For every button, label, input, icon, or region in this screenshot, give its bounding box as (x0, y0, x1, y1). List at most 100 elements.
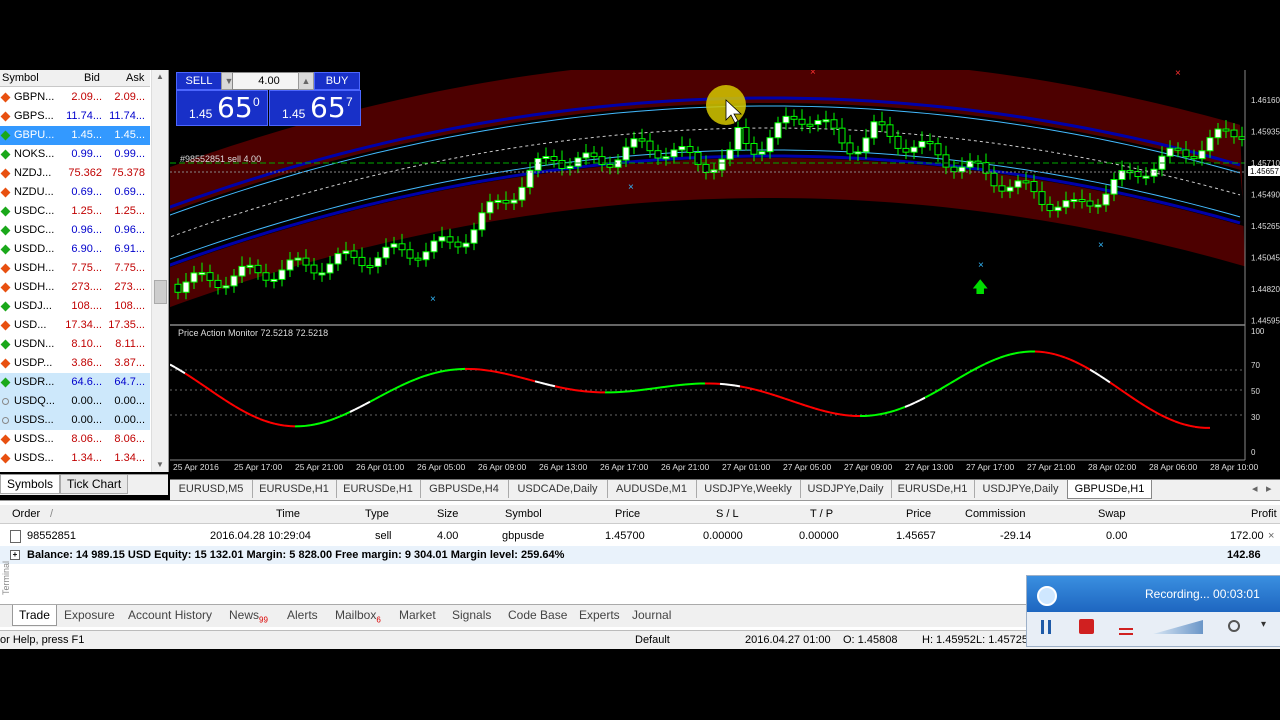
trade-column-header[interactable]: / (50, 508, 53, 520)
trade-column-header[interactable]: T / P (810, 508, 833, 520)
chart-tab[interactable]: USDJPYe,Daily (800, 480, 892, 498)
list-item[interactable]: NZDJ... 75.362 75.378 (0, 164, 150, 183)
list-item[interactable]: USDS... 8.06... 8.06... (0, 430, 150, 449)
list-item[interactable]: USDJ... 108.... 108.... (0, 297, 150, 316)
chart-tab[interactable]: AUDUSDe,M1 (607, 480, 697, 498)
chart-tab[interactable]: EURUSDe,H1 (336, 480, 421, 498)
ask-column-header[interactable]: Ask (126, 72, 144, 84)
sell-button[interactable]: SELL (176, 72, 222, 90)
terminal-tab[interactable]: Account History (126, 605, 214, 625)
terminal-tab[interactable]: Code Base (506, 605, 569, 625)
chart-tab[interactable]: GBPUSDe,H4 (420, 480, 509, 498)
terminal-tab[interactable]: Trade (12, 605, 57, 626)
list-item[interactable]: USDS... 1.34... 1.34... (0, 449, 150, 468)
list-item[interactable]: USDC... 0.96... 0.96... (0, 221, 150, 240)
oscillator-segment (514, 375, 521, 379)
buy-button[interactable]: BUY (314, 72, 360, 90)
oscillator-segment (669, 384, 676, 388)
terminal-tab[interactable]: Journal (630, 605, 673, 625)
terminal-tab[interactable]: Alerts (285, 605, 320, 625)
trade-column-header[interactable]: Price (906, 508, 931, 520)
list-item[interactable]: USDP... 3.86... 3.87... (0, 354, 150, 373)
sell-price-button[interactable]: 1.45 65 0 (176, 90, 268, 126)
terminal-tab[interactable]: Signals (450, 605, 493, 625)
list-item[interactable]: GBPS... 11.74... 11.74... (0, 107, 150, 126)
trade-column-header[interactable]: Order (12, 508, 40, 520)
trade-column-header[interactable]: Symbol (505, 508, 542, 520)
trade-column-header[interactable]: Profit (1251, 508, 1277, 520)
lot-size-input[interactable]: 4.00 (232, 72, 306, 90)
list-item[interactable]: NOKS... 0.99... 0.99... (0, 145, 150, 164)
list-item[interactable]: USDS... 0.00... 0.00... (0, 411, 150, 430)
list-item[interactable]: GBPN... 2.09... 2.09... (0, 88, 150, 107)
tab-symbols[interactable]: Symbols (0, 475, 61, 494)
oscillator-segment (204, 385, 211, 391)
bid-column-header[interactable]: Bid (84, 72, 100, 84)
symbol-up-icon (0, 339, 11, 350)
buy-price-button[interactable]: 1.45 65 7 (269, 90, 361, 126)
terminal-tab[interactable]: Market (397, 605, 438, 625)
chart-tab[interactable]: USDJPYe,Daily (974, 480, 1068, 498)
trade-column-header[interactable]: Size (437, 508, 458, 520)
order-id: 98552851 (27, 530, 76, 542)
trade-column-header[interactable]: Price (615, 508, 640, 520)
pause-icon[interactable] (1041, 620, 1051, 634)
chart-tab[interactable]: EURUSDe,H1 (252, 480, 337, 498)
tab-tick-chart[interactable]: Tick Chart (60, 475, 129, 494)
price-tick-label: 1.45265 (1251, 222, 1280, 231)
list-item[interactable]: USDC... 1.25... 1.25... (0, 202, 150, 221)
chart-tab[interactable]: EURUSD,M5 (170, 480, 253, 498)
ask-value: 3.87... (114, 357, 145, 369)
trade-column-header[interactable]: Swap (1098, 508, 1126, 520)
oscillator-segment (1159, 413, 1166, 418)
table-row[interactable]: 98552851 2016.04.28 10:29:04 sell 4.00 g… (0, 527, 1280, 545)
oscillator-segment (404, 380, 411, 385)
list-item[interactable]: GBPU... 1.45... 1.45... (0, 126, 150, 145)
oscillator-segment (499, 371, 506, 375)
stop-icon[interactable] (1079, 619, 1094, 634)
terminal-tab[interactable]: Experts (577, 605, 622, 625)
close-order-icon[interactable]: × (1268, 530, 1274, 542)
terminal-tab[interactable]: News99 (227, 605, 270, 625)
list-item[interactable]: NZDU... 0.69... 0.69... (0, 183, 150, 202)
symbol-name: USDN... (14, 338, 55, 350)
trade-column-header[interactable]: S / L (716, 508, 739, 520)
symbol-column-header[interactable]: Symbol (2, 72, 39, 84)
scroll-thumb[interactable] (154, 280, 167, 304)
list-item[interactable]: USDN... 8.10... 8.11... (0, 335, 150, 354)
trade-column-header[interactable]: Commission (965, 508, 1026, 520)
scroll-up-arrow-icon[interactable]: ▲ (156, 72, 164, 81)
tab-scroll-left-icon[interactable]: ◂ (1252, 482, 1258, 495)
oscillator-segment (844, 414, 851, 417)
buy-price-big: 65 (310, 91, 346, 124)
list-item[interactable]: USDQ... 0.00... 0.00... (0, 392, 150, 411)
price-chart-canvas[interactable]: × × × × × × #98552851 sell 4.00 Price Action … (170, 70, 1280, 478)
terminal-tab[interactable]: Exposure (62, 605, 117, 625)
trade-column-header[interactable]: Type (365, 508, 389, 520)
oscillator-segment (324, 419, 331, 423)
chart-tab[interactable]: USDCADe,Daily (508, 480, 608, 498)
recorder-menu-chevron-icon[interactable]: ▾ (1261, 619, 1266, 630)
scroll-down-arrow-icon[interactable]: ▼ (156, 460, 164, 469)
screen-recorder-widget[interactable]: Recording... 00:03:01 ▾ (1026, 575, 1280, 647)
oscillator-segment (479, 368, 486, 372)
list-item[interactable]: USDH... 273.... 273.... (0, 278, 150, 297)
chart-tab[interactable]: GBPUSDe,H1 (1067, 480, 1152, 499)
webcam-icon[interactable] (1228, 620, 1240, 632)
symbol-name: USDD... (14, 243, 55, 255)
list-item[interactable]: USDH... 7.75... 7.75... (0, 259, 150, 278)
status-profile[interactable]: Default (635, 634, 670, 646)
terminal-tab[interactable]: Mailbox6 (333, 605, 383, 625)
chart-tab[interactable]: USDJPYe,Weekly (696, 480, 801, 498)
volume-slider[interactable] (1153, 620, 1203, 634)
list-item[interactable]: USD... 17.34... 17.35... (0, 316, 150, 335)
tab-scroll-right-icon[interactable]: ▸ (1266, 482, 1272, 495)
chart-tab[interactable]: EURUSDe,H1 (891, 480, 975, 498)
list-item[interactable]: USDD... 6.90... 6.91... (0, 240, 150, 259)
lot-increase-icon[interactable]: ▲ (298, 72, 314, 90)
trade-column-header[interactable]: Time (276, 508, 300, 520)
list-item[interactable]: USDR... 64.6... 64.7... (0, 373, 150, 392)
symbol-up-icon (0, 206, 11, 217)
market-watch-scrollbar[interactable]: ▲ ▼ (151, 70, 168, 472)
chart-window[interactable]: × × × × × × #98552851 sell 4.00 Price Action … (170, 70, 1280, 478)
